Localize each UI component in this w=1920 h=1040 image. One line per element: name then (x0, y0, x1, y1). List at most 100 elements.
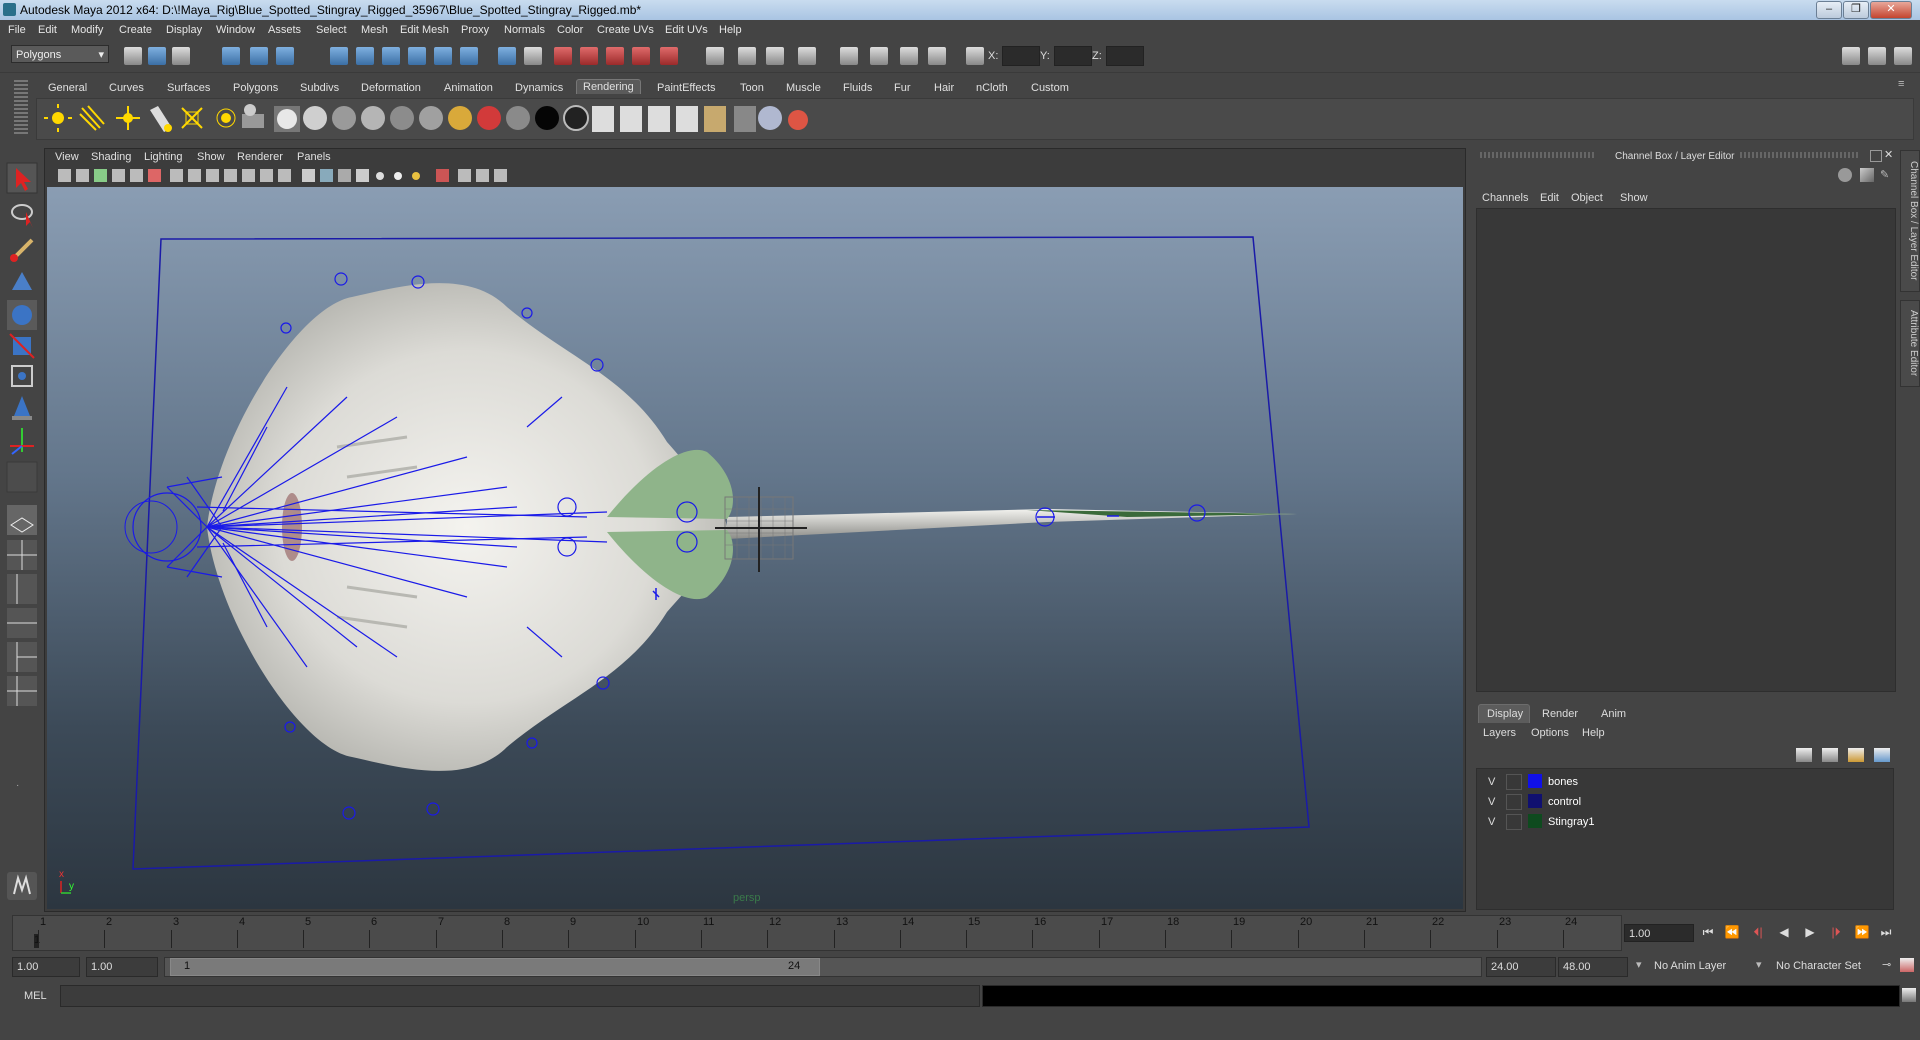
layer-tab-anim[interactable]: Anim (1601, 708, 1626, 720)
all-lights-icon[interactable] (394, 172, 402, 180)
xray-joints-icon[interactable] (476, 169, 489, 182)
make-paintable-icon[interactable] (242, 104, 264, 128)
construction-history-icon[interactable] (498, 47, 516, 65)
use-background-icon[interactable] (535, 106, 559, 130)
shelf-menu-icon[interactable]: ≡ (1898, 78, 1910, 94)
shelf-tab-general[interactable]: General (48, 82, 87, 94)
time-slider[interactable] (12, 915, 1622, 951)
channels-edit-menu[interactable]: Edit (1540, 192, 1559, 204)
viewport-menu-view[interactable]: View (55, 151, 79, 163)
snap-grid-icon[interactable] (330, 47, 348, 65)
layer-row[interactable]: V Stingray1 (1480, 813, 1890, 831)
show-tool-settings-icon[interactable] (766, 47, 784, 65)
four-view-layout-icon[interactable] (7, 540, 37, 570)
shelf-tab-custom[interactable]: Custom (1031, 82, 1069, 94)
side-tab-channel-box[interactable]: Channel Box / Layer Editor (1900, 150, 1920, 292)
surface-shader-icon[interactable] (506, 106, 530, 130)
grease-pencil-icon[interactable] (148, 169, 161, 182)
shelf-tab-animation[interactable]: Animation (444, 82, 493, 94)
menu-edit-mesh[interactable]: Edit Mesh (400, 24, 449, 36)
shelf-tab-ncloth[interactable]: nCloth (976, 82, 1008, 94)
anisotropic-shader-icon[interactable] (303, 106, 327, 130)
select-by-name-icon[interactable] (928, 47, 946, 65)
rotate-tool-icon[interactable] (7, 300, 37, 330)
viewport-menu-show[interactable]: Show (197, 151, 225, 163)
show-tool-settings-toggle-icon[interactable] (1894, 47, 1912, 65)
persp-graph-layout-icon[interactable] (7, 608, 37, 638)
wireframe-icon[interactable] (302, 169, 315, 182)
layer-visibility-toggle[interactable]: V (1488, 816, 1495, 828)
command-input[interactable] (60, 985, 980, 1007)
menu-assets[interactable]: Assets (268, 24, 301, 36)
shelf-tab-curves[interactable]: Curves (109, 82, 144, 94)
volume-light-icon[interactable] (216, 108, 236, 128)
render-view-icon[interactable] (660, 47, 678, 65)
shelf-tab-fluids[interactable]: Fluids (843, 82, 872, 94)
animation-preferences-icon[interactable] (1900, 958, 1914, 972)
single-perspective-layout-icon[interactable] (7, 505, 37, 535)
perspective-viewport[interactable]: x y persp (47, 187, 1463, 909)
range-slider-handle[interactable] (170, 958, 820, 976)
select-tool-icon[interactable] (6, 162, 38, 194)
last-tool-used-icon[interactable] (6, 461, 38, 493)
film-gate-icon[interactable] (188, 169, 201, 182)
menu-proxy[interactable]: Proxy (461, 24, 489, 36)
current-time-field[interactable]: 1.00 (1624, 924, 1694, 942)
camera-attributes-icon[interactable] (76, 169, 89, 182)
hypershade-window-icon[interactable] (704, 106, 726, 132)
menu-color[interactable]: Color (557, 24, 583, 36)
default-lighting-icon[interactable] (376, 172, 384, 180)
bookmarks-icon[interactable] (94, 169, 107, 182)
x-field[interactable] (1002, 46, 1040, 66)
select-camera-icon[interactable] (58, 169, 71, 182)
stingray-rig-scene[interactable]: x y persp (47, 187, 1463, 909)
shelf-tab-fur[interactable]: Fur (894, 82, 911, 94)
select-by-object-icon[interactable] (250, 47, 268, 65)
layers-help-menu[interactable]: Help (1582, 727, 1605, 739)
layer-tab-display[interactable]: Display (1478, 704, 1530, 723)
layer-name[interactable]: Stingray1 (1548, 816, 1594, 828)
gate-mask-icon[interactable] (224, 169, 237, 182)
menu-edit[interactable]: Edit (38, 24, 57, 36)
layers-options-menu[interactable]: Options (1531, 727, 1569, 739)
hardware-texturing-icon[interactable] (494, 169, 507, 182)
render-view-window-icon[interactable] (676, 106, 698, 132)
persp-outliner-layout-icon[interactable] (7, 574, 37, 604)
minimize-button[interactable]: – (1816, 1, 1842, 19)
two-d-pan-zoom-icon[interactable] (130, 169, 143, 182)
menu-create-uvs[interactable]: Create UVs (597, 24, 654, 36)
render-frame-icon[interactable] (554, 47, 572, 65)
paint-tool-icon[interactable] (788, 110, 808, 130)
head-control[interactable] (132, 492, 202, 562)
directional-light-icon[interactable] (79, 105, 105, 131)
toolbox-more-icon[interactable]: · (16, 780, 19, 791)
animation-start-field[interactable]: 1.00 (12, 957, 80, 977)
area-light-icon[interactable] (181, 107, 203, 129)
move-tool-icon[interactable] (12, 272, 32, 290)
go-to-start-button[interactable]: ⏮ (1698, 923, 1718, 941)
input-line-icon[interactable] (706, 47, 724, 65)
wireframe-on-shaded-icon[interactable] (338, 169, 351, 182)
float-panel-icon[interactable] (1870, 150, 1882, 162)
absolute-transform-icon[interactable] (840, 47, 858, 65)
menu-help[interactable]: Help (719, 24, 742, 36)
auto-key-icon[interactable]: ⊸ (1882, 958, 1896, 972)
shadows-icon[interactable] (412, 172, 420, 180)
paint-select-tool-icon[interactable] (10, 238, 34, 262)
shelf-tab-polygons[interactable]: Polygons (233, 82, 278, 94)
layer-color-swatch[interactable] (1528, 814, 1542, 828)
lasso-tool-icon[interactable] (11, 204, 33, 228)
step-back-frame-button[interactable]: ⏴| (1748, 923, 1768, 941)
snap-curve-icon[interactable] (356, 47, 374, 65)
channel-box-area[interactable] (1476, 208, 1896, 692)
channel-box-toggle-icon[interactable] (1838, 168, 1852, 182)
layer-color-swatch[interactable] (1528, 794, 1542, 808)
shading-map-icon[interactable] (477, 106, 501, 130)
close-button[interactable]: ✕ (1870, 1, 1912, 19)
snap-view-plane-icon[interactable] (408, 47, 426, 65)
channels-show-menu[interactable]: Show (1620, 192, 1648, 204)
step-forward-frame-button[interactable]: |⏵ (1826, 923, 1846, 941)
panel-drag-handle-right[interactable] (1740, 152, 1860, 158)
show-attribute-editor-icon[interactable] (738, 47, 756, 65)
image-plane-icon[interactable] (112, 169, 125, 182)
